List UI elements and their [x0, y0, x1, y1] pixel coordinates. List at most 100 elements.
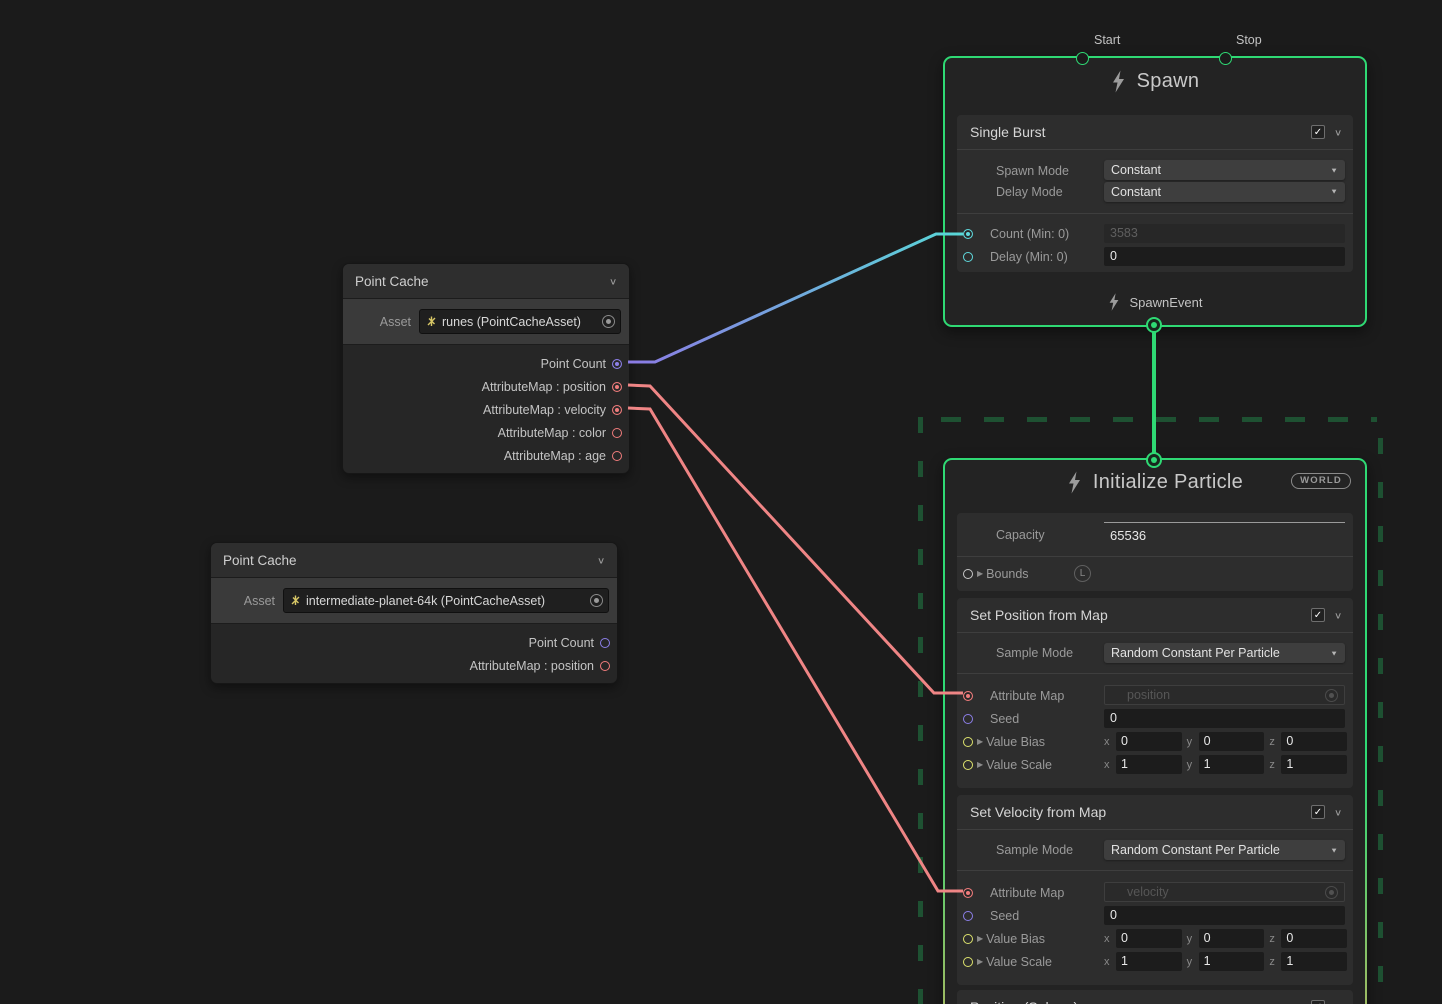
spawn-mode-label: Spawn Mode [996, 164, 1069, 178]
block-chevron-icon[interactable]: ∨ [1334, 807, 1342, 817]
block-title: Position (Sphere) [970, 999, 1302, 1004]
value-bias-z-field[interactable]: 0 [1281, 732, 1347, 751]
value-scale-x-field[interactable]: 1 [1116, 952, 1182, 971]
flow-output-row: SpawnEvent [945, 293, 1365, 311]
output-row: AttributeMap : color [343, 421, 625, 444]
value-bias-x-field[interactable]: 0 [1116, 732, 1182, 751]
output-row: AttributeMap : position [211, 654, 613, 677]
port-attributemap-position[interactable] [612, 382, 622, 392]
object-picker-icon[interactable] [602, 315, 615, 328]
value-bias-y-field[interactable]: 0 [1199, 929, 1265, 948]
port-attributemap-position[interactable] [600, 661, 610, 671]
block-capacity-bounds[interactable]: Capacity 65536 ▶ Bounds L [957, 513, 1353, 591]
value-bias-x-field[interactable]: 0 [1116, 929, 1182, 948]
axis-y-label: y [1187, 759, 1194, 771]
block-position-sphere[interactable]: Position (Sphere) ✓ ∨ [957, 990, 1353, 1004]
node-point-cache-planet[interactable]: Point Cache ∨ Asset intermediate-planet-… [210, 542, 618, 684]
value-bias-y-field[interactable]: 0 [1199, 732, 1265, 751]
attribute-map-label: Attribute Map [990, 886, 1064, 900]
delay-field[interactable]: 0 [1104, 247, 1345, 266]
output-port-list: Point Count AttributeMap : position [211, 624, 617, 683]
block-chevron-icon[interactable]: ∨ [1334, 610, 1342, 620]
value-scale-expander-icon[interactable]: ▶ [977, 760, 983, 769]
port-value-scale[interactable] [963, 957, 973, 967]
value-scale-y-field[interactable]: 1 [1199, 755, 1265, 774]
capacity-field[interactable]: 65536 [1104, 522, 1345, 546]
node-header[interactable]: Point Cache ∨ [211, 543, 617, 578]
seed-field[interactable]: 0 [1104, 709, 1345, 728]
asset-label: Asset [351, 315, 411, 329]
local-space-icon[interactable]: L [1074, 565, 1091, 582]
port-bounds[interactable] [963, 569, 973, 579]
delay-mode-dropdown[interactable]: Constant ▼ [1104, 182, 1345, 202]
value-scale-y-field[interactable]: 1 [1199, 952, 1265, 971]
block-header: Position (Sphere) ✓ ∨ [957, 990, 1353, 1004]
value-scale-expander-icon[interactable]: ▶ [977, 957, 983, 966]
spawn-mode-dropdown[interactable]: Constant ▼ [1104, 160, 1345, 180]
value-scale-z-field[interactable]: 1 [1281, 952, 1347, 971]
collapse-chevron-icon[interactable]: ∨ [597, 555, 605, 565]
axis-x-label: x [1104, 759, 1111, 771]
sample-mode-dropdown[interactable]: Random Constant Per Particle ▼ [1104, 643, 1345, 663]
port-count[interactable] [963, 229, 973, 239]
value-bias-expander-icon[interactable]: ▶ [977, 737, 983, 746]
node-header[interactable]: Point Cache ∨ [343, 264, 629, 299]
node-point-cache-runes[interactable]: Point Cache ∨ Asset runes (PointCacheAss… [342, 263, 630, 474]
edge-velocity-to-attributemap [628, 408, 963, 891]
port-value-bias[interactable] [963, 934, 973, 944]
axis-y-label: y [1187, 956, 1194, 968]
port-point-count[interactable] [612, 359, 622, 369]
collapse-chevron-icon[interactable]: ∨ [609, 276, 617, 286]
edge-position-to-attributemap [628, 385, 963, 693]
block-enabled-checkbox[interactable]: ✓ [1311, 125, 1325, 139]
port-value-scale[interactable] [963, 760, 973, 770]
port-delay[interactable] [963, 252, 973, 262]
asset-field[interactable]: runes (PointCacheAsset) [419, 309, 621, 334]
block-single-burst[interactable]: Single Burst ✓ ∨ Spawn Mode Constant ▼ [957, 115, 1353, 272]
vfx-graph-canvas[interactable]: Point Cache ∨ Asset runes (PointCacheAss… [0, 0, 1442, 1004]
port-seed[interactable] [963, 911, 973, 921]
value-bias-z-field[interactable]: 0 [1281, 929, 1347, 948]
port-attributemap-velocity[interactable] [612, 405, 622, 415]
port-attribute-map[interactable] [963, 888, 973, 898]
block-enabled-checkbox[interactable]: ✓ [1311, 805, 1325, 819]
block-enabled-checkbox[interactable]: ✓ [1311, 608, 1325, 622]
block-set-position-from-map[interactable]: Set Position from Map ✓ ∨ Sample Mode Ra… [957, 598, 1353, 788]
world-space-badge[interactable]: WORLD [1291, 473, 1351, 489]
block-chevron-icon[interactable]: ∨ [1334, 127, 1342, 137]
block-title: Set Velocity from Map [970, 804, 1302, 820]
node-initialize-particle[interactable]: Initialize Particle WORLD Capacity 65536… [943, 458, 1367, 1004]
asset-field[interactable]: intermediate-planet-64k (PointCacheAsset… [283, 588, 609, 613]
port-point-count[interactable] [600, 638, 610, 648]
input-row: Seed 0 [957, 904, 1353, 927]
attribute-map-field: position [1104, 685, 1345, 705]
port-seed[interactable] [963, 714, 973, 724]
flow-port-initialize-input[interactable] [1146, 452, 1162, 468]
node-spawn[interactable]: Start Stop Spawn Single Burst ✓ ∨ Spawn … [943, 56, 1367, 327]
flow-port-start[interactable] [1076, 52, 1089, 65]
pointcache-asset-icon [289, 594, 302, 607]
block-set-velocity-from-map[interactable]: Set Velocity from Map ✓ ∨ Sample Mode Ra… [957, 795, 1353, 985]
object-picker-icon[interactable] [590, 594, 603, 607]
block-enabled-checkbox[interactable]: ✓ [1311, 1000, 1325, 1004]
flow-port-stop[interactable] [1219, 52, 1232, 65]
input-row: Delay (Min: 0) 0 [957, 245, 1353, 268]
value-bias-expander-icon[interactable]: ▶ [977, 934, 983, 943]
port-attribute-map[interactable] [963, 691, 973, 701]
seed-field[interactable]: 0 [1104, 906, 1345, 925]
bounds-expander-icon[interactable]: ▶ [977, 569, 983, 578]
context-title-row: Spawn [945, 58, 1365, 104]
value-scale-x-field[interactable]: 1 [1116, 755, 1182, 774]
delay-mode-label: Delay Mode [996, 185, 1063, 199]
attribute-map-value: position [1127, 688, 1170, 702]
port-value-bias[interactable] [963, 737, 973, 747]
value-scale-z-field[interactable]: 1 [1281, 755, 1347, 774]
sample-mode-dropdown[interactable]: Random Constant Per Particle ▼ [1104, 840, 1345, 860]
port-attributemap-color[interactable] [612, 428, 622, 438]
node-title: Point Cache [355, 274, 609, 289]
flow-port-spawn-output[interactable] [1146, 317, 1162, 333]
setting-row: Delay Mode Constant ▼ [957, 181, 1353, 202]
dropdown-arrow-icon: ▼ [1330, 166, 1338, 174]
attribute-map-label: Attribute Map [990, 689, 1064, 703]
port-attributemap-age[interactable] [612, 451, 622, 461]
